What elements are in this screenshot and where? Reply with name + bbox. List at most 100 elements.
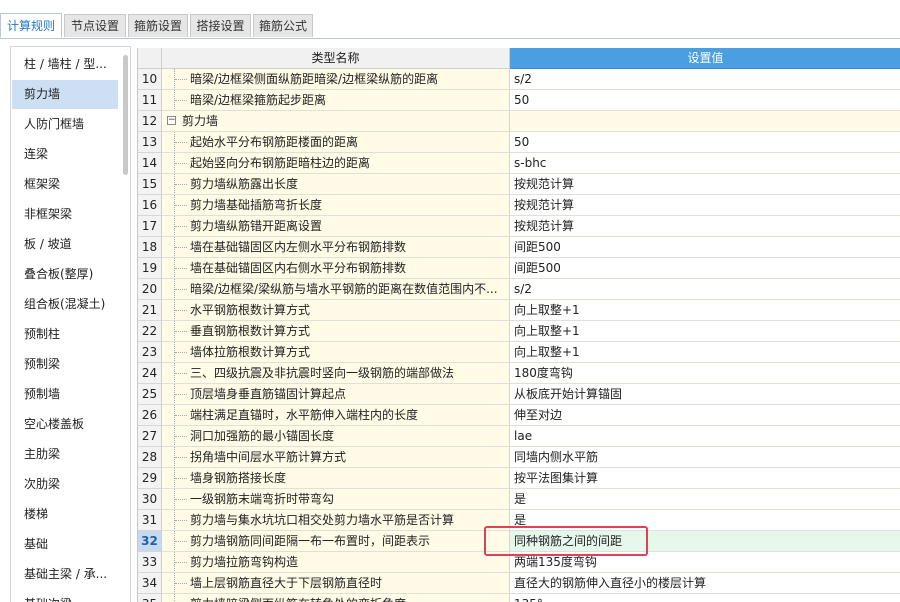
sidebar-item-frame-beam[interactable]: 框架梁	[12, 170, 118, 199]
table-row[interactable]: 22 垂直钢筋根数计算方式 向上取整+1	[138, 321, 900, 342]
sidebar-item-column[interactable]: 柱 / 墙柱 / 型...	[12, 50, 118, 79]
tab-calc-rules[interactable]: 计算规则	[0, 13, 62, 38]
table-row[interactable]: 17 剪力墙纵筋错开距离设置 按规范计算	[138, 216, 900, 237]
setting-value-cell[interactable]: s/2	[510, 279, 900, 300]
setting-value-cell[interactable]: 两端135度弯钩	[510, 552, 900, 573]
sidebar-item-secondary-rib-beam[interactable]: 次肋梁	[12, 470, 118, 499]
setting-value-cell[interactable]: 同墙内侧水平筋	[510, 447, 900, 468]
setting-value-cell[interactable]: 向上取整+1	[510, 342, 900, 363]
tree-guide-branch	[175, 373, 187, 375]
tab-lap-settings[interactable]: 搭接设置	[190, 14, 251, 37]
sidebar-item-foundation-main-beam[interactable]: 基础主梁 / 承...	[12, 560, 118, 589]
table-row[interactable]: 33 剪力墙拉筋弯钩构造 两端135度弯钩	[138, 552, 900, 573]
type-name-cell: 剪力墙纵筋错开距离设置	[162, 216, 510, 237]
setting-value-cell[interactable]: 50	[510, 90, 900, 111]
tree-guide-branch	[175, 289, 187, 291]
table-row[interactable]: 14 起始竖向分布钢筋距暗柱边的距离 s-bhc	[138, 153, 900, 174]
collapse-toggle-icon[interactable]: −	[167, 116, 176, 125]
type-name-cell: 墙体拉筋根数计算方式	[162, 342, 510, 363]
table-row[interactable]: 13 起始水平分布钢筋距楼面的距离 50	[138, 132, 900, 153]
setting-value-cell[interactable]: 50	[510, 132, 900, 153]
table-row[interactable]: 11 暗梁/边框梁箍筋起步距离 50	[138, 90, 900, 111]
sidebar-item-precast-column[interactable]: 预制柱	[12, 320, 118, 349]
sidebar-item-precast-wall[interactable]: 预制墙	[12, 380, 118, 409]
table-row[interactable]: 12− 剪力墙	[138, 111, 900, 132]
setting-value-cell[interactable]	[510, 111, 900, 132]
table-row[interactable]: 16 剪力墙基础插筋弯折长度 按规范计算	[138, 195, 900, 216]
setting-value-cell[interactable]: 按规范计算	[510, 195, 900, 216]
table-row[interactable]: 21 水平钢筋根数计算方式 向上取整+1	[138, 300, 900, 321]
table-row[interactable]: 23 墙体拉筋根数计算方式 向上取整+1	[138, 342, 900, 363]
setting-value-cell[interactable]: 同种钢筋之间的间距	[510, 531, 900, 552]
setting-value-cell[interactable]: 是	[510, 510, 900, 531]
row-number: 27	[138, 426, 162, 447]
table-row[interactable]: 34 墙上层钢筋直径大于下层钢筋直径时 直径大的钢筋伸入直径小的楼层计算	[138, 573, 900, 594]
row-number: 22	[138, 321, 162, 342]
component-sidebar[interactable]: 柱 / 墙柱 / 型... 剪力墙 人防门框墙 连梁 框架梁 非框架梁 板 / …	[10, 46, 131, 602]
type-name-cell: 墙身钢筋搭接长度	[162, 468, 510, 489]
sidebar-item-non-frame-beam[interactable]: 非框架梁	[12, 200, 118, 229]
type-name-cell: 起始竖向分布钢筋距暗柱边的距离	[162, 153, 510, 174]
table-row[interactable]: 10 暗梁/边框梁侧面纵筋距暗梁/边框梁纵筋的距离 s/2	[138, 69, 900, 90]
type-name-text: 水平钢筋根数计算方式	[190, 303, 311, 317]
type-name-text: 墙在基础锚固区内右侧水平分布钢筋排数	[190, 261, 407, 275]
type-name-cell: 剪力墙暗梁侧面纵筋在转角处的弯折角度	[162, 594, 510, 602]
table-row[interactable]: 15 剪力墙纵筋露出长度 按规范计算	[138, 174, 900, 195]
sidebar-item-composite-slab[interactable]: 叠合板(整厚)	[12, 260, 118, 289]
setting-value-cell[interactable]: 伸至对边	[510, 405, 900, 426]
setting-value-cell[interactable]: 向上取整+1	[510, 300, 900, 321]
setting-value-cell[interactable]: 是	[510, 489, 900, 510]
sidebar-item-combined-slab[interactable]: 组合板(混凝土)	[12, 290, 118, 319]
table-row[interactable]: 20 暗梁/边框梁/梁纵筋与墙水平钢筋的距离在数值范围内不... s/2	[138, 279, 900, 300]
tab-stirrup-settings[interactable]: 箍筋设置	[128, 14, 188, 37]
setting-value-cell[interactable]: 向上取整+1	[510, 321, 900, 342]
table-row[interactable]: 35 剪力墙暗梁侧面纵筋在转角处的弯折角度 135°	[138, 594, 900, 602]
tree-guide-branch	[175, 436, 187, 438]
table-row[interactable]: 25 顶层墙身垂直筋锚固计算起点 从板底开始计算锚固	[138, 384, 900, 405]
tree-guide-branch	[175, 184, 187, 186]
sidebar-item-civil-defense-wall[interactable]: 人防门框墙	[12, 110, 118, 139]
row-number: 13	[138, 132, 162, 153]
sidebar-item-coupling-beam[interactable]: 连梁	[12, 140, 118, 169]
sidebar-item-slab[interactable]: 板 / 坡道	[12, 230, 118, 259]
setting-value-cell[interactable]: s/2	[510, 69, 900, 90]
table-row[interactable]: 26 端柱满足直锚时，水平筋伸入端柱内的长度 伸至对边	[138, 405, 900, 426]
setting-value-cell[interactable]: 间距500	[510, 237, 900, 258]
setting-value-cell[interactable]: s-bhc	[510, 153, 900, 174]
settings-grid: 类型名称 设置值 10 暗梁/边框梁侧面纵筋距暗梁/边框梁纵筋的距离 s/2 11 暗梁…	[137, 48, 900, 602]
setting-value-cell[interactable]: 间距500	[510, 258, 900, 279]
sidebar-item-foundation[interactable]: 基础	[12, 530, 118, 559]
setting-value-cell[interactable]: 直径大的钢筋伸入直径小的楼层计算	[510, 573, 900, 594]
type-name-cell: 暗梁/边框梁箍筋起步距离	[162, 90, 510, 111]
table-row[interactable]: 18 墙在基础锚固区内左侧水平分布钢筋排数 间距500	[138, 237, 900, 258]
table-row[interactable]: 24 三、四级抗震及非抗震时竖向一级钢筋的端部做法 180度弯钩	[138, 363, 900, 384]
sidebar-item-foundation-secondary-beam[interactable]: 基础次梁	[12, 590, 118, 602]
table-row[interactable]: 30 一级钢筋末端弯折时带弯勾 是	[138, 489, 900, 510]
setting-value-cell[interactable]: 从板底开始计算锚固	[510, 384, 900, 405]
tab-stirrup-formula[interactable]: 箍筋公式	[253, 14, 313, 37]
tree-guide-branch	[175, 331, 187, 333]
type-name-text: 三、四级抗震及非抗震时竖向一级钢筋的端部做法	[190, 366, 455, 380]
table-row[interactable]: 28 拐角墙中间层水平筋计算方式 同墙内侧水平筋	[138, 447, 900, 468]
table-row[interactable]: 27 洞口加强筋的最小锚固长度 lae	[138, 426, 900, 447]
table-row[interactable]: 29 墙身钢筋搭接长度 按平法图集计算	[138, 468, 900, 489]
table-row[interactable]: 32 剪力墙钢筋同间距隔一布一布置时，间距表示 同种钢筋之间的间距	[138, 531, 900, 552]
sidebar-item-precast-beam[interactable]: 预制梁	[12, 350, 118, 379]
sidebar-item-stairs[interactable]: 楼梯	[12, 500, 118, 529]
setting-value-cell[interactable]: 按规范计算	[510, 174, 900, 195]
setting-value-cell[interactable]: 按平法图集计算	[510, 468, 900, 489]
setting-value-cell[interactable]: lae	[510, 426, 900, 447]
sidebar-scrollbar[interactable]	[123, 55, 128, 175]
sidebar-item-hollow-floor[interactable]: 空心楼盖板	[12, 410, 118, 439]
tree-guide-branch	[175, 100, 187, 102]
tab-node-settings[interactable]: 节点设置	[64, 14, 126, 37]
tree-guide-branch	[175, 541, 187, 543]
setting-value-cell[interactable]: 135°	[510, 594, 900, 602]
row-number: 23	[138, 342, 162, 363]
sidebar-item-shear-wall[interactable]: 剪力墙	[12, 80, 118, 109]
table-row[interactable]: 19 墙在基础锚固区内右侧水平分布钢筋排数 间距500	[138, 258, 900, 279]
table-row[interactable]: 31 剪力墙与集水坑坑口相交处剪力墙水平筋是否计算 是	[138, 510, 900, 531]
setting-value-cell[interactable]: 180度弯钩	[510, 363, 900, 384]
setting-value-cell[interactable]: 按规范计算	[510, 216, 900, 237]
sidebar-item-main-rib-beam[interactable]: 主肋梁	[12, 440, 118, 469]
